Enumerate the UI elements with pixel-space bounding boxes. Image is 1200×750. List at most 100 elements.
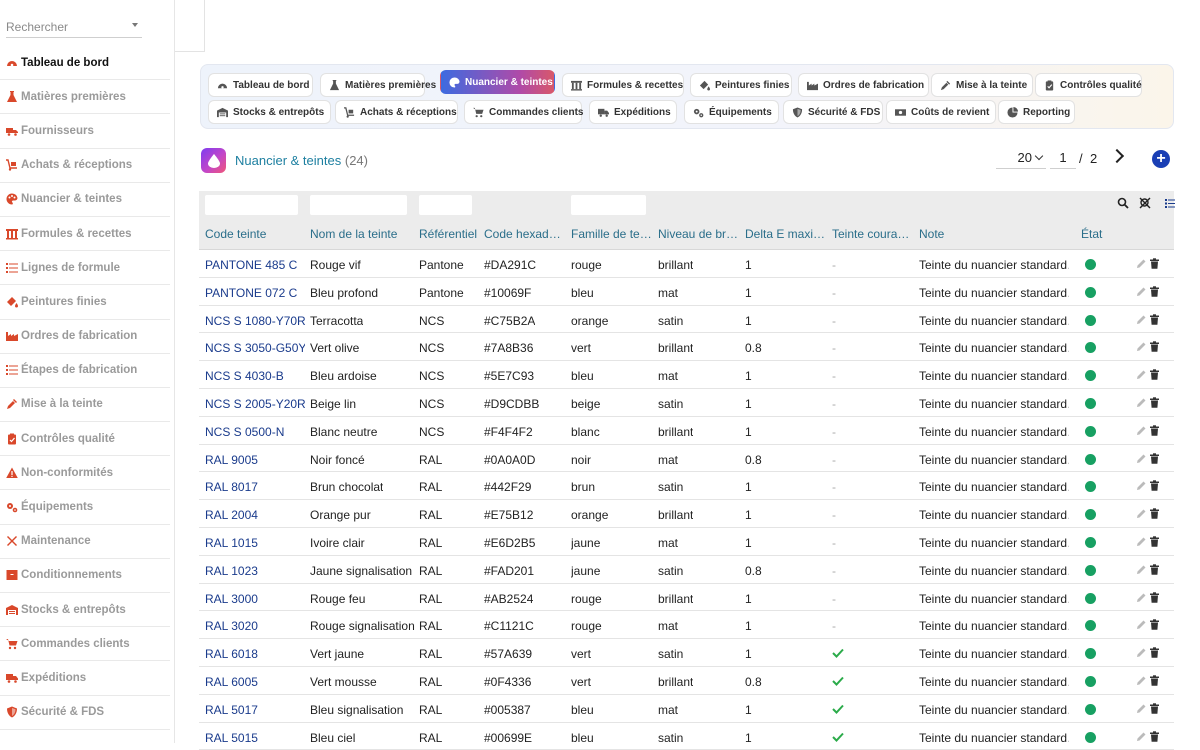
table-row[interactable]: PANTONE 485 C Rouge vif Pantone #DA291C roug… [199,250,1174,278]
sidebar-item[interactable]: Lignes de formule [0,251,170,286]
trash-icon[interactable] [1149,703,1160,714]
tab[interactable]: Reporting [998,100,1075,124]
sidebar-item[interactable]: Sécurité & FDS [0,696,170,730]
cell-code[interactable]: PANTONE 072 C [205,286,297,300]
table-row[interactable]: PANTONE 072 C Bleu profond Pantone #10069F b… [199,278,1174,306]
cell-code[interactable]: NCS S 2005-Y20R [205,397,305,411]
cell-code[interactable]: RAL 9005 [205,453,258,467]
filter-nom-input[interactable] [310,195,407,215]
table-row[interactable]: NCS S 0500-N Blanc neutre NCS #F4F4F2 blanc b… [199,417,1174,445]
column-header[interactable]: Teinte coura… [832,227,914,241]
edit-icon[interactable] [1136,619,1147,630]
edit-icon[interactable] [1136,536,1147,547]
edit-icon[interactable] [1136,480,1147,491]
column-header[interactable]: Famille de te… [571,227,653,241]
table-row[interactable]: RAL 5015 Bleu ciel RAL #00699E bleu satin 1 Tei… [199,723,1174,750]
tab[interactable]: Stocks & entrepôts [208,100,331,124]
edit-icon[interactable] [1136,286,1147,297]
tab[interactable]: Commandes clients [464,100,583,124]
cell-code[interactable]: RAL 6018 [205,647,258,661]
trash-icon[interactable] [1149,619,1160,631]
sidebar-item[interactable]: Commandes clients [0,627,170,662]
tab[interactable]: Matières premières [320,73,436,97]
sidebar-item[interactable]: Expéditions [0,661,170,696]
edit-icon[interactable] [1136,341,1147,352]
cell-code[interactable]: NCS S 1080-Y70R [205,314,305,328]
sidebar-item[interactable]: Nuancier & teintes [0,183,170,217]
search-input[interactable]: Rechercher [6,16,142,38]
edit-icon[interactable] [1136,258,1147,269]
edit-icon[interactable] [1136,314,1147,325]
sidebar-item[interactable]: Matières premières [0,80,170,115]
tab[interactable]: Tableau de bord [208,73,313,97]
table-row[interactable]: RAL 5017 Bleu signalisation RAL #005387 bleu… [199,695,1174,723]
trash-icon[interactable] [1149,480,1160,492]
edit-icon[interactable] [1136,731,1147,742]
table-row[interactable]: RAL 9005 Noir foncé RAL #0A0A0D noir mat 0.8 - T… [199,445,1174,473]
search-icon[interactable] [1117,197,1129,209]
tab[interactable]: Nuancier & teintes [440,70,555,94]
table-row[interactable]: RAL 2004 Orange pur RAL #E75B12 orange brilla… [199,500,1174,528]
tab[interactable]: Expéditions [589,100,677,124]
cell-code[interactable]: RAL 5015 [205,731,258,745]
trash-icon[interactable] [1149,591,1160,603]
edit-icon[interactable] [1136,369,1147,380]
edit-icon[interactable] [1136,508,1147,519]
table-row[interactable]: NCS S 2005-Y20R Beige lin NCS #D9CDBB beige s… [199,389,1174,417]
trash-icon[interactable] [1149,425,1160,436]
filter-ref-input[interactable] [419,195,472,215]
add-record-button[interactable]: + [1152,150,1170,168]
sidebar-item[interactable]: Étapes de fabrication [0,354,170,388]
sidebar-item[interactable]: Conditionnements [0,559,170,593]
tab[interactable]: Formules & recettes [562,73,684,97]
next-page-icon[interactable] [1109,148,1125,164]
trash-icon[interactable] [1149,286,1160,297]
column-header[interactable]: Code hexad… [484,227,566,241]
column-header[interactable]: Niveau de br… [658,227,740,241]
edit-icon[interactable] [1136,592,1147,603]
edit-icon[interactable] [1136,564,1147,575]
trash-icon[interactable] [1149,675,1160,686]
sidebar-item[interactable]: Contrôles qualité [0,422,170,457]
tab[interactable]: Équipements [684,100,779,124]
table-row[interactable]: RAL 8017 Brun chocolat RAL #442F29 brun satin… [199,472,1174,501]
tab[interactable]: Contrôles qualité [1035,73,1142,97]
cell-code[interactable]: RAL 5017 [205,703,258,717]
cell-code[interactable]: RAL 1015 [205,536,258,550]
tab[interactable]: Peintures finies [690,73,792,97]
trash-icon[interactable] [1149,369,1160,380]
sidebar-item[interactable]: Tableau de bord [0,46,170,81]
tab[interactable]: Coûts de revient [886,100,996,124]
trash-icon[interactable] [1149,564,1160,575]
table-row[interactable]: RAL 1023 Jaune signalisation RAL #FAD201 jau… [199,556,1174,584]
trash-icon[interactable] [1149,397,1160,408]
sidebar-item[interactable]: Non-conformités [0,456,170,491]
edit-icon[interactable] [1136,397,1147,408]
sidebar-item[interactable]: Fournisseurs [0,114,170,149]
cell-code[interactable]: NCS S 0500-N [205,425,284,439]
sidebar-item[interactable]: Formules & recettes [0,217,170,252]
edit-icon[interactable] [1136,453,1147,464]
cell-code[interactable]: RAL 8017 [205,480,258,494]
column-header[interactable]: Nom de la teinte [310,227,415,241]
trash-icon[interactable] [1149,536,1160,547]
page-size-select[interactable]: 20 [996,147,1046,169]
tab[interactable]: Sécurité & FDS [783,100,883,124]
trash-icon[interactable] [1149,452,1160,464]
table-row[interactable]: RAL 3000 Rouge feu RAL #AB2524 rouge brillant… [199,584,1174,612]
table-row[interactable]: RAL 1015 Ivoire clair RAL #E6D2B5 jaune mat 1 -… [199,528,1174,556]
sidebar-item[interactable]: Ordres de fabrication [0,320,170,354]
filter-code-input[interactable] [205,195,298,215]
table-row[interactable]: NCS S 4030-B Bleu ardoise NCS #5E7C93 bleu ma… [199,361,1174,389]
trash-icon[interactable] [1149,313,1160,325]
sidebar-item[interactable]: Peintures finies [0,285,170,320]
table-row[interactable]: RAL 6005 Vert mousse RAL #0F4336 vert brillan… [199,667,1174,695]
column-header[interactable]: Note [919,227,1069,241]
trash-icon[interactable] [1149,730,1160,742]
cell-code[interactable]: NCS S 3050-G50Y [205,341,305,355]
column-header[interactable]: Code teinte [205,227,305,241]
cell-code[interactable]: PANTONE 485 C [205,258,297,272]
table-row[interactable]: NCS S 3050-G50Y Vert olive NCS #7A8B36 vert b… [199,333,1174,362]
trash-icon[interactable] [1149,341,1160,353]
edit-icon[interactable] [1136,675,1147,686]
